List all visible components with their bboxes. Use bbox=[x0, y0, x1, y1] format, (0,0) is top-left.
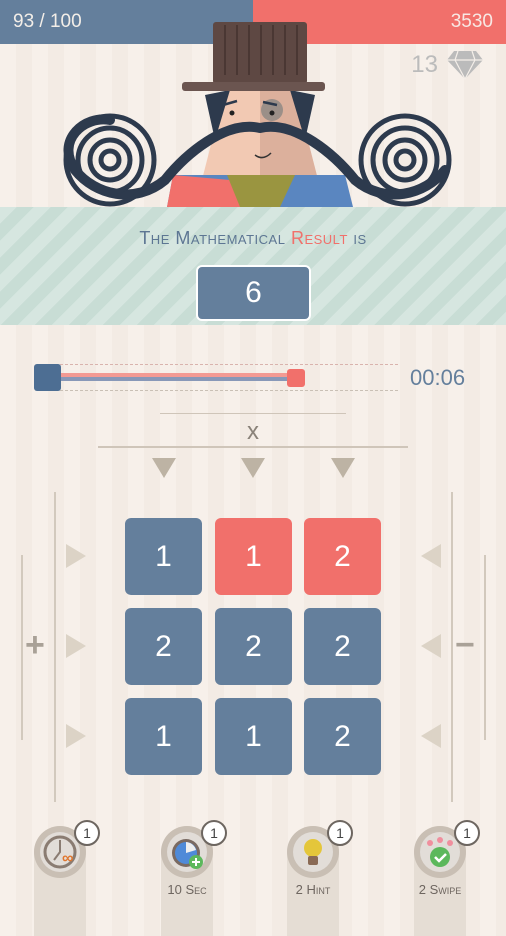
powerup-button[interactable]: 1 2 Swipe bbox=[414, 820, 480, 936]
number-tile[interactable]: 2 bbox=[215, 608, 292, 685]
column-arrow-down-icon[interactable] bbox=[152, 458, 176, 478]
powerup-label: 2 Swipe bbox=[418, 882, 462, 897]
prompt-highlight: Result bbox=[290, 228, 348, 248]
svg-text:∞: ∞ bbox=[62, 850, 73, 867]
operator: x bbox=[247, 418, 259, 445]
minus-sign: − bbox=[455, 626, 475, 664]
powerup-count-badge: 1 bbox=[201, 820, 227, 846]
number-tile[interactable]: 1 bbox=[215, 518, 292, 595]
powerup-button[interactable]: ∞ 1 bbox=[34, 820, 100, 936]
powerup-button[interactable]: 1 2 Hint bbox=[287, 820, 353, 936]
powerup-count-badge: 1 bbox=[74, 820, 100, 846]
timer-bar bbox=[60, 373, 297, 381]
prompt-text: The Mathematical bbox=[139, 228, 291, 248]
number-tile[interactable]: 2 bbox=[304, 698, 381, 775]
timer-value: 00:06 bbox=[410, 365, 466, 390]
row-arrow-right-icon[interactable] bbox=[66, 544, 86, 568]
row-arrow-right-icon[interactable] bbox=[66, 724, 86, 748]
powerup-label: 10 Sec bbox=[167, 882, 207, 897]
row-arrow-left-icon[interactable] bbox=[421, 544, 441, 568]
divider bbox=[21, 555, 23, 740]
timer-progress-handle bbox=[287, 369, 306, 387]
row-arrow-right-icon[interactable] bbox=[66, 634, 86, 658]
divider bbox=[484, 555, 486, 740]
divider bbox=[54, 492, 56, 802]
column-arrow-down-icon[interactable] bbox=[331, 458, 355, 478]
target-result: 6 bbox=[196, 265, 311, 321]
prompt-text-end: is bbox=[347, 228, 367, 248]
number-tile[interactable]: 2 bbox=[304, 518, 381, 595]
divider bbox=[451, 492, 453, 802]
number-tile[interactable]: 2 bbox=[125, 608, 202, 685]
divider bbox=[160, 413, 346, 414]
plus-sign: + bbox=[25, 626, 45, 664]
number-tile[interactable]: 1 bbox=[215, 698, 292, 775]
track-guide-top bbox=[60, 364, 398, 365]
powerup-button[interactable]: 1 10 Sec bbox=[161, 820, 227, 936]
divider bbox=[98, 446, 408, 448]
powerup-count-badge: 1 bbox=[454, 820, 480, 846]
number-tile[interactable]: 2 bbox=[304, 608, 381, 685]
row-arrow-left-icon[interactable] bbox=[421, 634, 441, 658]
row-arrow-left-icon[interactable] bbox=[421, 724, 441, 748]
result-prompt: The Mathematical Result is bbox=[0, 228, 506, 249]
mustache-character bbox=[63, 22, 452, 207]
number-tile[interactable]: 1 bbox=[125, 518, 202, 595]
column-arrow-down-icon[interactable] bbox=[241, 458, 265, 478]
timer-start-handle bbox=[34, 364, 61, 391]
track-guide-bottom bbox=[60, 390, 398, 391]
powerup-count-badge: 1 bbox=[327, 820, 353, 846]
number-tile[interactable]: 1 bbox=[125, 698, 202, 775]
powerup-label: 2 Hint bbox=[295, 882, 331, 897]
